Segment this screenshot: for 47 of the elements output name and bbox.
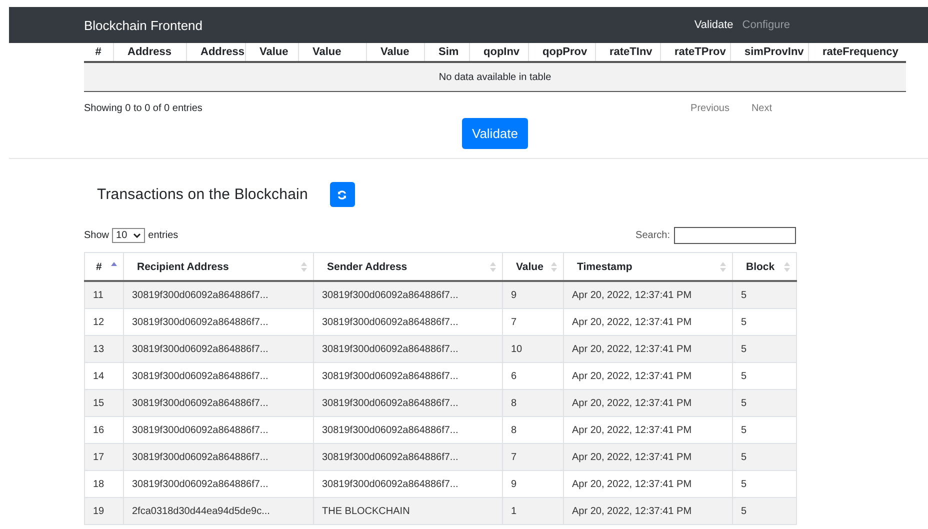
table-cell: 5 (732, 281, 796, 308)
validate-button[interactable]: Validate (462, 118, 528, 149)
table-cell: 15 (84, 390, 124, 416)
table-cell: 30819f300d06092a864886f7... (314, 336, 502, 362)
table-cell: 30819f300d06092a864886f7... (314, 281, 502, 308)
search-label: Search: (636, 230, 670, 241)
table-cell: 13 (84, 336, 124, 362)
table-cell: Apr 20, 2022, 12:37:41 PM (564, 281, 732, 308)
table-cell: 1 (502, 498, 564, 524)
table-cell: 10 (502, 336, 564, 362)
table-cell: 30819f300d06092a864886f7... (314, 444, 502, 470)
section-title: Transactions on the Blockchain (97, 186, 308, 203)
table-cell: Apr 20, 2022, 12:37:41 PM (564, 390, 732, 416)
nav-link[interactable]: Validate (694, 19, 734, 31)
table-info: Showing 0 to 0 of 0 entries (84, 103, 202, 114)
table-cell: 7 (502, 444, 564, 470)
search-field[interactable] (674, 227, 796, 244)
refresh-icon (337, 190, 348, 200)
table-cell: Apr 20, 2022, 12:37:41 PM (564, 336, 732, 362)
table-cell: 5 (732, 336, 796, 362)
table-cell: 5 (732, 390, 796, 416)
table-cell: 30819f300d06092a864886f7... (124, 444, 314, 470)
table-cell: 30819f300d06092a864886f7... (124, 336, 314, 362)
chevron-down-icon (133, 233, 142, 238)
table-cell: 17 (84, 444, 124, 470)
table-cell: Apr 20, 2022, 12:37:41 PM (564, 498, 732, 524)
table-cell: 30819f300d06092a864886f7... (124, 390, 314, 416)
refresh-button[interactable] (330, 182, 355, 207)
table-cell: 9 (502, 281, 564, 308)
table-cell: 5 (732, 498, 796, 524)
table-cell: 2fca0318d30d44ea94d5de9c... (124, 498, 314, 524)
show-label: Show (84, 230, 110, 241)
entries-label: entries (148, 230, 178, 241)
table-cell: 8 (502, 390, 564, 416)
table-cell: 19 (84, 498, 124, 524)
empty-table-message: No data available in table (84, 62, 906, 92)
pagination-link[interactable]: Next (751, 103, 772, 114)
nav-link[interactable]: Configure (742, 19, 790, 31)
entries-select[interactable]: 10 (112, 228, 146, 243)
table-cell: Apr 20, 2022, 12:37:41 PM (564, 444, 732, 470)
table-cell: 5 (732, 444, 796, 470)
table-cell: THE BLOCKCHAIN (314, 498, 502, 524)
pagination-link[interactable]: Previous (690, 103, 730, 114)
table-cell: 11 (84, 281, 124, 308)
table-cell: 30819f300d06092a864886f7... (124, 281, 314, 308)
table-cell: 30819f300d06092a864886f7... (314, 390, 502, 416)
brand-title[interactable]: Blockchain Frontend (84, 18, 203, 32)
